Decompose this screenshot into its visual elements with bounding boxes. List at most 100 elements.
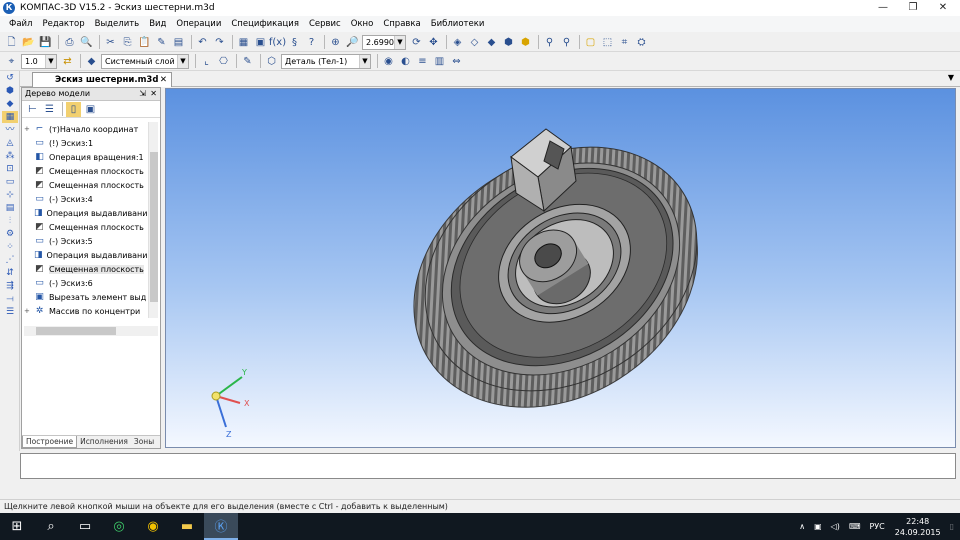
paste-icon[interactable]: 📋: [137, 35, 152, 50]
variables-icon[interactable]: §: [287, 35, 302, 50]
file-explorer-icon[interactable]: ▬: [170, 513, 204, 540]
material-icon[interactable]: ◐: [398, 54, 413, 69]
part-icon[interactable]: ⬡: [264, 54, 279, 69]
shaded-icon[interactable]: ⬢: [501, 35, 516, 50]
measure-icon[interactable]: ⌗: [617, 35, 632, 50]
specification-icon[interactable]: ⚙: [2, 228, 18, 240]
keyboard-icon[interactable]: ⌨: [849, 522, 861, 531]
zoom-window-icon[interactable]: ⊕: [328, 35, 343, 50]
tree-item[interactable]: ◩ Смещенная плоскость: [24, 262, 148, 276]
help-icon[interactable]: ?: [304, 35, 319, 50]
geometry-icon[interactable]: ↺: [2, 72, 18, 84]
language-indicator[interactable]: РУС: [869, 522, 884, 531]
tree-selected-icon[interactable]: ▯: [66, 101, 81, 117]
edit-details-icon[interactable]: ◆: [2, 98, 18, 110]
tree-item[interactable]: ◨ Операция выдавливания: [24, 248, 148, 262]
layers-icon[interactable]: ▥: [432, 54, 447, 69]
undo-icon[interactable]: ↶: [195, 35, 210, 50]
messenger-icon[interactable]: ◎: [102, 513, 136, 540]
elements-icon[interactable]: ⋰: [2, 254, 18, 266]
spatial-curves-icon[interactable]: 〰: [2, 124, 18, 136]
tree-item[interactable]: + ✲ Массив по концентри: [24, 304, 148, 318]
sheet-metal-icon[interactable]: ▭: [2, 176, 18, 188]
copy-icon[interactable]: ⎘: [120, 35, 135, 50]
filters-icon[interactable]: ⫶: [2, 215, 18, 227]
local-cs-icon[interactable]: ⌞: [199, 54, 214, 69]
expand-icon[interactable]: +: [24, 125, 32, 133]
shaded-edges-icon[interactable]: ⬢: [518, 35, 533, 50]
close-tab-icon[interactable]: ✕: [160, 73, 167, 87]
scroll-thumb[interactable]: [150, 152, 158, 302]
clock[interactable]: 22:48 24.09.2015: [895, 516, 941, 538]
notifications-icon[interactable]: ▯: [950, 522, 954, 531]
pan-icon[interactable]: ✥: [426, 35, 441, 50]
surfaces-icon[interactable]: ◬: [2, 137, 18, 149]
diagnostics-icon[interactable]: ▤: [2, 202, 18, 214]
tab-zones[interactable]: Зоны: [131, 436, 157, 448]
tree-item[interactable]: + ⌐ (т)Начало координат: [24, 122, 148, 136]
chrome-icon[interactable]: ◉: [136, 513, 170, 540]
rotate-icon[interactable]: ⟳: [409, 35, 424, 50]
preview-icon[interactable]: 🔍: [79, 35, 94, 50]
select-icon[interactable]: ⬚: [600, 35, 615, 50]
tree-item[interactable]: ◨ Операция выдавливания: [24, 206, 148, 220]
document-icon[interactable]: ▤: [171, 35, 186, 50]
new-file-icon[interactable]: 🗋: [4, 35, 19, 50]
function-icon[interactable]: f(x): [269, 35, 286, 50]
redo-icon[interactable]: ↷: [212, 35, 227, 50]
tree-item[interactable]: ▭ (!) Эскиз:1: [24, 136, 148, 150]
menu-window[interactable]: Окно: [346, 16, 379, 32]
hidden-lines-icon[interactable]: ◆: [484, 35, 499, 50]
library-icon[interactable]: ▣: [253, 35, 268, 50]
minimize-button[interactable]: —: [868, 0, 898, 16]
line-style-icon[interactable]: ≡: [415, 54, 430, 69]
more-tools-icon[interactable]: ☰: [2, 306, 18, 318]
print-icon[interactable]: ⎙: [62, 35, 77, 50]
tree-item[interactable]: ◧ Операция вращения:1: [24, 150, 148, 164]
tree-vertical-scrollbar[interactable]: [148, 122, 158, 318]
menu-editor[interactable]: Редактор: [37, 16, 89, 32]
tab-versions[interactable]: Исполнения: [77, 436, 131, 448]
part-combo[interactable]: Деталь (Тел-1) ▼: [281, 53, 371, 69]
save-icon[interactable]: 💾: [38, 35, 53, 50]
color-icon[interactable]: ◉: [381, 54, 396, 69]
symbols-icon[interactable]: ⇶: [2, 280, 18, 292]
cut-icon[interactable]: ✂: [103, 35, 118, 50]
wireframe-icon[interactable]: ◇: [467, 35, 482, 50]
select-frame-icon[interactable]: ▢: [583, 35, 598, 50]
task-view-icon[interactable]: ▭: [68, 513, 102, 540]
chevron-down-icon[interactable]: ▼: [45, 54, 56, 68]
menu-libraries[interactable]: Библиотеки: [426, 16, 490, 32]
close-button[interactable]: ✕: [928, 0, 958, 16]
network-icon[interactable]: ▣: [814, 522, 822, 531]
chevron-down-icon[interactable]: ▼: [177, 54, 188, 68]
control-icon[interactable]: ⟞: [2, 293, 18, 305]
arrays-icon[interactable]: ⁂: [2, 150, 18, 162]
tree-item[interactable]: ▭ (-) Эскиз:6: [24, 276, 148, 290]
orthogonal-icon[interactable]: ⇄: [60, 54, 75, 69]
zoom-icon[interactable]: 🔎: [345, 35, 360, 50]
close-panel-icon[interactable]: ✕: [150, 88, 157, 100]
tree-structure-icon[interactable]: ⊢: [25, 102, 40, 117]
tree-item[interactable]: ▭ (-) Эскиз:5: [24, 234, 148, 248]
snap-icon[interactable]: ⚲: [559, 35, 574, 50]
cube-icon[interactable]: ⬢: [2, 85, 18, 97]
menu-select[interactable]: Выделить: [90, 16, 145, 32]
scroll-thumb[interactable]: [36, 327, 116, 335]
volume-icon[interactable]: ◁): [831, 522, 840, 531]
model-viewport[interactable]: Y X Z: [165, 88, 956, 448]
menu-specification[interactable]: Спецификация: [226, 16, 304, 32]
plane-select-icon[interactable]: ⎔: [216, 54, 231, 69]
tree-toggle-icon[interactable]: ⛭: [634, 35, 649, 50]
measure-tool-icon[interactable]: ⊹: [2, 189, 18, 201]
tree-item[interactable]: ▣ Вырезать элемент выд: [24, 290, 148, 304]
view-orientation-icon[interactable]: ◈: [450, 35, 465, 50]
aux-geometry-icon[interactable]: ⊡: [2, 163, 18, 175]
layer-icon[interactable]: ◆: [84, 54, 99, 69]
menu-operations[interactable]: Операции: [171, 16, 226, 32]
reports-icon[interactable]: ⁘: [2, 241, 18, 253]
kompas-taskbar-icon[interactable]: Ⓚ: [204, 513, 238, 540]
properties-panel[interactable]: [20, 453, 956, 479]
tree-item[interactable]: ◩ Смещенная плоскость: [24, 178, 148, 192]
properties-icon[interactable]: ✎: [154, 35, 169, 50]
